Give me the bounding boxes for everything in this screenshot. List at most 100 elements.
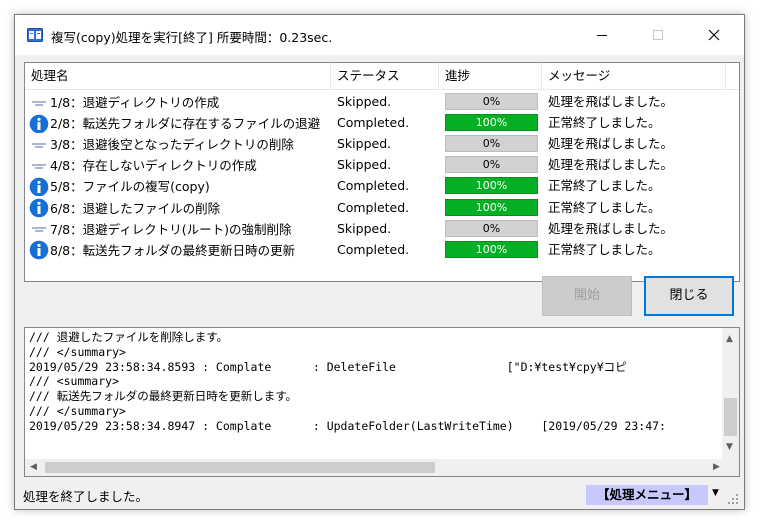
task-name-cell: 1/8：退避ディレクトリの作成 xyxy=(29,91,329,112)
task-name-cell: 7/8：退避ディレクトリ(ルート)の強制削除 xyxy=(29,218,329,239)
progress-label: 0% xyxy=(482,137,501,151)
progress-bar: 100% xyxy=(445,114,538,132)
task-name: 8/8：転送先フォルダの最終更新日時の更新 xyxy=(50,242,296,258)
task-name: 2/8：転送先フォルダに存在するファイルの退避 xyxy=(50,116,321,132)
log-line: /// 退避したファイルを削除します。 xyxy=(29,330,229,344)
table-row[interactable]: 8/8：転送先フォルダの最終更新日時の更新 Completed. 100% 正常終了し… xyxy=(25,239,739,260)
vertical-scroll-thumb[interactable] xyxy=(724,398,737,436)
task-message: 正常終了しました。 xyxy=(548,178,661,194)
task-status: Completed. xyxy=(337,115,410,131)
maximize-icon xyxy=(653,30,663,40)
lines-icon xyxy=(32,227,46,232)
task-name: 7/8：退避ディレクトリ(ルート)の強制削除 xyxy=(50,221,292,237)
task-status: Completed. xyxy=(337,178,410,194)
progress-label: 100% xyxy=(475,242,508,256)
task-status: Skipped. xyxy=(337,94,392,109)
log-textbox[interactable]: /// 退避したファイルを削除します。/// </summary> 2019/05… xyxy=(24,327,740,477)
app-window: 複写(copy)処理を実行[終了] 所要時間：0.23sec. 処理名 ステータ… xyxy=(14,14,745,510)
column-header-status[interactable]: ステータス xyxy=(331,63,439,90)
log-lines: /// 退避したファイルを削除します。/// </summary> 2019/05… xyxy=(29,330,719,445)
close-button[interactable]: 閉じる xyxy=(644,276,734,316)
progress-bar: 0% xyxy=(445,156,538,174)
task-message: 正常終了しました。 xyxy=(548,199,661,215)
progress-bar: 0% xyxy=(445,93,538,110)
start-button[interactable]: 開始 xyxy=(542,276,632,316)
maximize-button[interactable] xyxy=(635,15,681,55)
task-name-cell: 5/8：ファイルの複写(copy) xyxy=(29,175,329,197)
progress-bar: 0% xyxy=(445,219,538,237)
lines-icon xyxy=(32,100,46,106)
close-icon xyxy=(708,29,720,41)
grid-header: 処理名 ステータス 進捗 メッセージ xyxy=(25,63,739,90)
resize-grip-icon[interactable] xyxy=(727,493,739,505)
table-row[interactable]: 7/8：退避ディレクトリ(ルート)の強制削除 Skipped. 0% 処理を飛ばしまし… xyxy=(25,218,739,239)
app-icon xyxy=(27,28,43,42)
task-name-cell: 8/8：転送先フォルダの最終更新日時の更新 xyxy=(29,239,329,260)
status-text: 処理を終了しました。 xyxy=(23,489,149,504)
process-menu-button[interactable]: 【処理メニュー】 xyxy=(586,485,708,505)
column-header-message[interactable]: メッセージ xyxy=(542,63,726,90)
window-title: 複写(copy)処理を実行[終了] 所要時間：0.23sec. xyxy=(51,30,333,45)
table-row[interactable]: 2/8：転送先フォルダに存在するファイルの退避 Completed. 100% 正常終… xyxy=(25,112,739,133)
task-status: Completed. xyxy=(337,241,410,257)
log-line: /// </summary> xyxy=(29,344,126,359)
log-line: 2019/05/29 23:58:34.8947 : Complate : Up… xyxy=(29,418,666,433)
task-name-cell: 4/8：存在しないディレクトリの作成 xyxy=(29,154,329,175)
progress-label: 0% xyxy=(482,158,501,172)
log-line: /// 転送先フォルダの最終更新日時を更新します。 xyxy=(29,389,298,404)
task-progress-cell: 100% xyxy=(445,175,541,196)
task-message: 処理を飛ばしました。 xyxy=(548,220,674,236)
column-header-name[interactable]: 処理名 xyxy=(25,63,331,90)
task-name: 6/8：退避したファイルの削除 xyxy=(50,200,221,216)
process-grid: 処理名 ステータス 進捗 メッセージ 1/8：退避ディレクトリの作成 Skippe… xyxy=(24,62,740,282)
task-name-cell: 2/8：転送先フォルダに存在するファイルの退避 xyxy=(29,112,329,133)
dropdown-arrow-icon[interactable]: ▼ xyxy=(712,488,719,498)
column-header-progress[interactable]: 進捗 xyxy=(439,63,542,90)
scroll-left-icon[interactable]: ◀ xyxy=(30,462,37,472)
task-message: 処理を飛ばしました。 xyxy=(548,157,674,173)
lines-icon xyxy=(32,143,46,148)
task-status: Skipped. xyxy=(337,220,392,236)
info-icon xyxy=(29,177,49,197)
scroll-right-icon[interactable]: ▶ xyxy=(713,462,720,472)
task-name: 3/8：退避後空となったディレクトリの削除 xyxy=(50,137,294,153)
task-status: Skipped. xyxy=(337,157,392,173)
table-row[interactable]: 6/8：退避したファイルの削除 Completed. 100% 正常終了しました。 xyxy=(25,197,739,218)
task-name: 5/8：ファイルの複写(copy) xyxy=(50,179,210,195)
minimize-icon xyxy=(597,35,607,36)
task-message: 処理を飛ばしました。 xyxy=(548,136,674,152)
horizontal-scrollbar[interactable]: ◀ ▶ xyxy=(25,459,739,476)
table-row[interactable]: 3/8：退避後空となったディレクトリの削除 Skipped. 0% 処理を飛ばしました… xyxy=(25,133,739,154)
close-window-button[interactable] xyxy=(691,15,737,55)
task-message: 正常終了しました。 xyxy=(548,115,661,131)
task-progress-cell: 100% xyxy=(445,239,541,260)
log-line: 2019/05/29 23:58:34.8593 : Complate : De… xyxy=(29,359,627,374)
scroll-down-icon[interactable]: ▼ xyxy=(726,442,733,452)
progress-label: 100% xyxy=(475,200,508,214)
task-progress-cell: 0% xyxy=(445,154,541,175)
minimize-button[interactable] xyxy=(579,15,625,55)
title-bar: 複写(copy)処理を実行[終了] 所要時間：0.23sec. xyxy=(15,15,744,55)
progress-bar: 0% xyxy=(445,135,538,153)
task-status: Completed. xyxy=(337,199,410,215)
info-icon xyxy=(29,114,49,133)
vertical-scrollbar[interactable]: ▲ ▼ xyxy=(722,328,739,460)
progress-label: 0% xyxy=(482,95,501,108)
task-progress-cell: 0% xyxy=(445,218,541,239)
task-name: 1/8：退避ディレクトリの作成 xyxy=(50,95,220,110)
info-icon xyxy=(29,198,49,218)
progress-label: 100% xyxy=(475,116,508,130)
progress-label: 100% xyxy=(475,179,508,193)
task-name-cell: 3/8：退避後空となったディレクトリの削除 xyxy=(29,133,329,154)
log-line: /// <summary> xyxy=(29,374,120,389)
task-name: 4/8：存在しないディレクトリの作成 xyxy=(50,158,257,174)
task-progress-cell: 100% xyxy=(445,112,541,133)
task-name-cell: 6/8：退避したファイルの削除 xyxy=(29,197,329,218)
table-row[interactable]: 4/8：存在しないディレクトリの作成 Skipped. 0% 処理を飛ばしました。 xyxy=(25,154,739,175)
task-progress-cell: 0% xyxy=(445,133,541,154)
table-row[interactable]: 1/8：退避ディレクトリの作成 Skipped. 0% 処理を飛ばしました。 xyxy=(25,91,739,112)
scroll-up-icon[interactable]: ▲ xyxy=(726,334,733,344)
status-bar: 処理を終了しました。 【処理メニュー】 ▼ xyxy=(15,481,744,509)
table-row[interactable]: 5/8：ファイルの複写(copy) Completed. 100% 正常終了しました。 xyxy=(25,175,739,197)
horizontal-scroll-thumb[interactable] xyxy=(45,462,435,473)
